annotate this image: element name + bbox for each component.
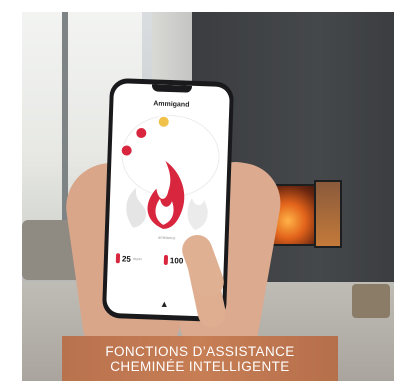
timer-value: 100 [169, 255, 184, 266]
banner-line-2: CHEMINÉE INTELLIGENTE [110, 358, 290, 374]
temperature-unit: degrés [132, 256, 143, 262]
phone-notch [151, 84, 193, 93]
flame-graphic[interactable] [119, 149, 218, 232]
wooden-stool [352, 284, 390, 318]
banner-line-1: FONCTIONS D’ASSISTANCE [105, 343, 295, 359]
headline-banner: FONCTIONS D’ASSISTANCE CHEMINÉE INTELLIG… [62, 336, 338, 381]
flame-shape-right [187, 197, 208, 230]
temperature-value: 25 [121, 253, 131, 264]
flame-icon[interactable]: ▲ [160, 299, 169, 309]
thermometer-icon [115, 253, 121, 264]
timer-icon [163, 254, 169, 266]
temperature-stat[interactable]: 25 degrés [115, 253, 143, 264]
advert-scene: Ammigand ambiance 25 degrés 100 ▲ FONCTI… [0, 0, 416, 381]
living-room-photo: Ammigand ambiance 25 degrés 100 ▲ [22, 12, 394, 381]
fireplace-side-glass [314, 180, 342, 248]
app-title: Ammigand [153, 100, 190, 109]
flame-shape-left [126, 187, 146, 228]
